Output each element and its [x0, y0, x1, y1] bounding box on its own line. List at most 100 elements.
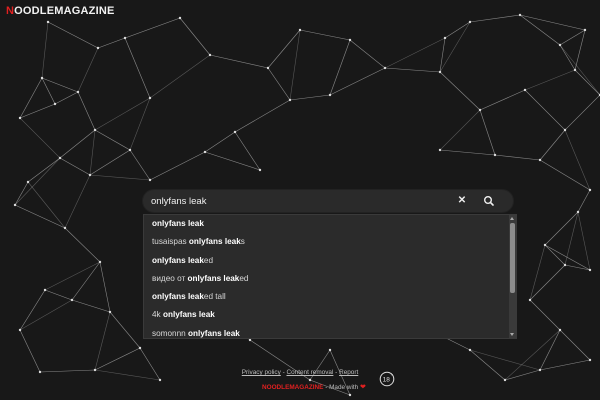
network-line [439, 21, 471, 73]
suggestion-match: onlyfans leak [152, 292, 204, 302]
network-node [576, 210, 580, 214]
clear-search-button[interactable]: ✕ [454, 193, 470, 209]
network-node [328, 93, 332, 97]
network-line [479, 89, 526, 111]
network-line [27, 157, 61, 183]
footer-credit: NOODLEMAGAZINE - Made with ❤ [262, 383, 366, 391]
network-line [41, 21, 49, 79]
close-icon: ✕ [457, 195, 467, 206]
network-line [59, 157, 91, 176]
network-line [44, 289, 73, 301]
suggestion-prefix: видео от [152, 273, 188, 283]
network-line [234, 99, 291, 133]
network-line [71, 261, 101, 301]
network-line [439, 37, 446, 73]
network-node [266, 66, 270, 70]
network-line [544, 211, 579, 246]
network-line [47, 21, 99, 49]
network-node [148, 96, 152, 100]
scroll-down-icon[interactable] [510, 333, 514, 336]
suggestion-item[interactable]: onlyfans leak [144, 215, 516, 233]
footer-brand: NOODLEMAGAZINE [262, 384, 324, 391]
suggestion-item[interactable]: 4k onlyfans leak [144, 306, 516, 324]
privacy-policy-link[interactable]: Privacy policy [242, 369, 281, 376]
network-line [289, 94, 331, 101]
network-line [439, 149, 496, 156]
suggestion-item[interactable]: видео от onlyfans leaked [144, 270, 516, 288]
network-line [529, 244, 546, 301]
suggestion-prefix: tusaispas [152, 237, 189, 247]
site-logo[interactable]: NOODLEMAGAZINE [6, 5, 115, 17]
network-line [97, 37, 126, 49]
network-line [99, 261, 111, 313]
network-node [46, 20, 50, 24]
suggestion-match: onlyfans leak [187, 273, 240, 283]
network-line [54, 91, 79, 105]
network-node [138, 346, 142, 350]
suggestion-match: onlyfans leak [152, 255, 204, 265]
network-line [19, 289, 46, 331]
network-line [19, 117, 61, 159]
suggestion-item[interactable]: somonnn onlyfans leak [144, 325, 516, 338]
suggestion-item[interactable]: onlyfans leaked tall [144, 288, 516, 306]
network-line [89, 149, 131, 176]
network-line [544, 244, 591, 271]
report-link[interactable]: Report [339, 369, 358, 376]
dropdown-scrollbar[interactable] [509, 215, 516, 338]
logo-rest: OODLEMAGAZINE [14, 5, 115, 17]
network-line [444, 21, 471, 39]
suggestion-suffix: s [240, 237, 245, 247]
network-node [438, 148, 442, 152]
suggestion-suffix: ed [203, 255, 213, 265]
network-line [109, 311, 141, 349]
network-line [204, 151, 261, 171]
suggestion-suffix: ed tall [203, 292, 226, 302]
network-node [53, 102, 57, 106]
suggestion-item[interactable]: tusaispas onlyfans leaks [144, 233, 516, 251]
network-line [439, 109, 481, 151]
network-line [564, 264, 591, 271]
network-line [524, 89, 566, 131]
network-line [384, 37, 446, 69]
network-line [124, 17, 181, 39]
network-line [149, 151, 206, 181]
content-removal-link[interactable]: Content removal [287, 369, 334, 376]
network-node [478, 108, 482, 112]
network-line [129, 97, 151, 151]
scroll-up-icon[interactable] [510, 217, 514, 220]
network-line [77, 91, 96, 131]
search-input[interactable] [151, 190, 451, 212]
network-node [503, 378, 507, 382]
network-line [19, 77, 43, 119]
network-line [94, 347, 141, 371]
network-node [493, 153, 497, 157]
network-line [577, 211, 591, 271]
network-node [26, 180, 30, 184]
network-line [564, 129, 591, 191]
network-line [149, 54, 211, 99]
search-button[interactable] [480, 192, 498, 210]
network-node [70, 298, 74, 302]
network-line [77, 47, 99, 93]
network-node [233, 130, 237, 134]
scroll-thumb[interactable] [510, 223, 515, 293]
network-line [559, 329, 591, 361]
network-node [538, 158, 542, 162]
network-node [308, 378, 312, 382]
suggestion-match: onlyfans leak [162, 310, 215, 320]
network-node [563, 128, 567, 132]
network-node [288, 98, 292, 102]
network-line [439, 71, 481, 111]
network-line [59, 129, 96, 159]
suggestion-item[interactable]: onlyfans leaked [144, 252, 516, 270]
network-line [71, 299, 111, 313]
network-node [573, 68, 577, 72]
network-line [574, 69, 600, 96]
network-line [14, 204, 66, 229]
network-node [558, 43, 562, 47]
network-line [299, 29, 351, 41]
svg-text:+: + [390, 372, 393, 377]
network-node [203, 150, 207, 154]
network-line [544, 244, 566, 266]
network-line [469, 349, 541, 371]
